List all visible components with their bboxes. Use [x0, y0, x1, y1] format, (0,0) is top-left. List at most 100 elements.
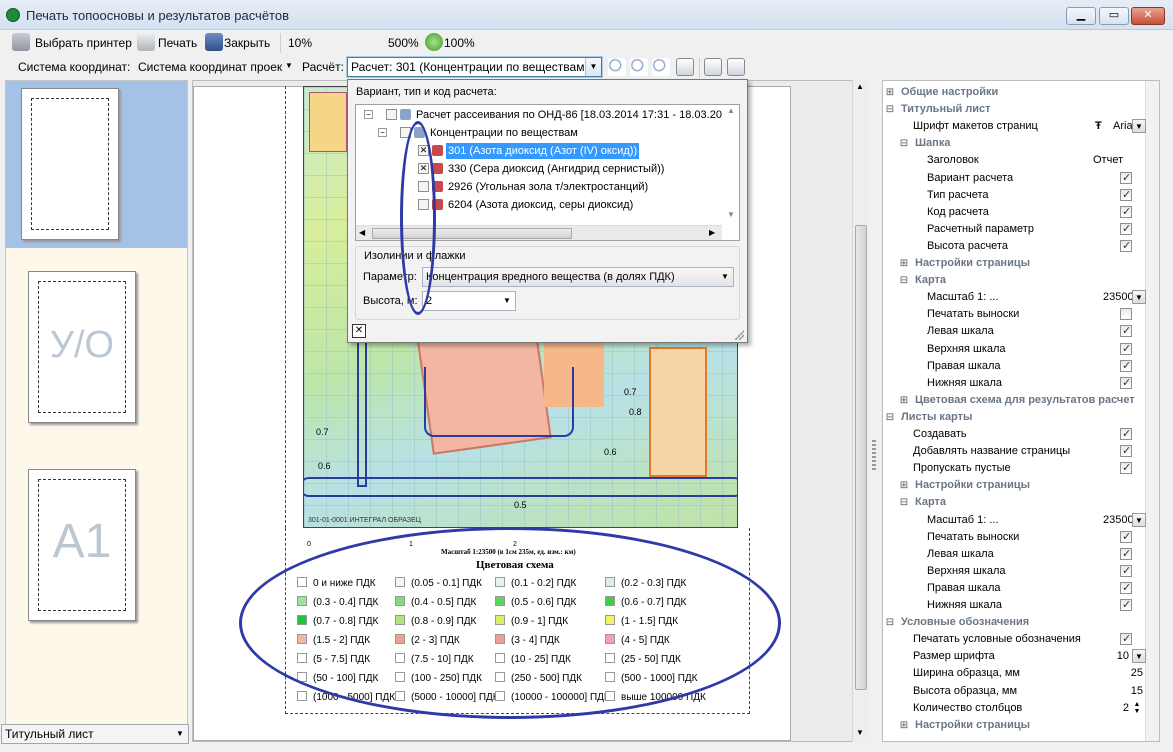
calc-chevron-down-icon[interactable]: ▼	[585, 58, 601, 76]
height-chevron-down-icon[interactable]: ▼	[499, 292, 515, 310]
close-toolbar-button[interactable]: Закрыть	[224, 34, 270, 52]
expand-toggle-icon[interactable]: ⊞	[899, 255, 909, 272]
scroll-up-icon[interactable]: ▲	[856, 82, 864, 91]
prop-value[interactable]: 25	[1091, 665, 1143, 682]
zoom-page-icon[interactable]	[676, 58, 694, 76]
select-printer-button[interactable]: Выбрать принтер	[35, 34, 132, 52]
tree-node-label[interactable]: 6204 (Азота диоксид, серы диоксид)	[446, 197, 635, 213]
tree-node-label[interactable]: 301 (Азота диоксид (Азот (IV) оксид))	[446, 143, 640, 159]
coord-chevron-down-icon[interactable]: ▼	[285, 61, 293, 70]
prop-category[interactable]: ⊞ Настройки страницы	[883, 717, 1145, 734]
tree-node-label[interactable]: 2926 (Угольная зола т/электростанций)	[446, 179, 650, 195]
prop-checkbox[interactable]	[1120, 529, 1132, 546]
prop-category[interactable]: ⊟ Карта	[883, 494, 1145, 511]
prop-checkbox[interactable]	[1120, 580, 1132, 597]
print-button[interactable]: Печать	[158, 34, 197, 52]
popup-close-button[interactable]: ✕	[352, 324, 366, 338]
param-chevron-down-icon[interactable]: ▼	[717, 268, 733, 286]
expand-toggle-icon[interactable]: ⊞	[899, 477, 909, 494]
zoom-out-icon[interactable]	[608, 58, 626, 76]
page-type-chevron-down-icon[interactable]: ▼	[172, 725, 188, 743]
prop-checkbox[interactable]	[1120, 221, 1132, 238]
expand-toggle-icon[interactable]: ⊟	[899, 494, 909, 511]
coord-combo[interactable]: Система координат проек	[138, 58, 282, 76]
resize-grip-icon[interactable]	[734, 330, 744, 340]
props-vertical-scrollbar[interactable]	[1145, 81, 1159, 741]
tree-vscroll-down-icon[interactable]: ▼	[727, 210, 735, 219]
preview-vertical-scrollbar[interactable]: ▲ ▼	[852, 80, 868, 742]
calc-combo[interactable]: Расчет: 301 (Концентрации по веществам) …	[347, 57, 602, 77]
tree-node-label[interactable]: 330 (Сера диоксид (Ангидрид сернистый))	[446, 161, 666, 177]
prop-value[interactable]: 23500	[1103, 289, 1134, 306]
prop-checkbox[interactable]	[1120, 238, 1132, 255]
tree-node-label[interactable]: Концентрации по веществам	[428, 125, 580, 141]
prop-value[interactable]: 10	[1103, 648, 1129, 665]
prop-category[interactable]: ⊞ Настройки страницы	[883, 255, 1145, 272]
splitter-grip-icon[interactable]	[872, 440, 876, 470]
prop-checkbox[interactable]	[1120, 546, 1132, 563]
prop-category[interactable]: ⊞ Цветовая схема для результатов расчет	[883, 392, 1145, 409]
zoom-in-icon[interactable]	[630, 58, 648, 76]
tree-checkbox[interactable]	[386, 109, 397, 120]
prop-checkbox[interactable]	[1120, 358, 1132, 375]
page-thumbnail-1[interactable]	[21, 88, 119, 240]
maximize-button[interactable]: ▭	[1099, 7, 1129, 25]
prop-value[interactable]: Отчет	[1093, 152, 1123, 169]
height-combo[interactable]: 2 ▼	[422, 291, 516, 311]
expand-toggle-icon[interactable]: ⊟	[885, 409, 895, 426]
expand-toggle-icon[interactable]: ⊟	[899, 272, 909, 289]
prop-checkbox[interactable]	[1120, 341, 1132, 358]
scroll-down-icon[interactable]: ▼	[856, 728, 864, 737]
prop-checkbox[interactable]	[1120, 308, 1132, 321]
prop-checkbox[interactable]	[1120, 460, 1132, 477]
expand-toggle-icon[interactable]: ⊟	[885, 614, 895, 631]
page-thumbnail-3[interactable]: A1	[28, 469, 136, 621]
zoom-reset-icon[interactable]	[425, 33, 443, 51]
prop-chevron-down-icon[interactable]: ▼	[1132, 649, 1146, 664]
prop-checkbox[interactable]	[1120, 597, 1132, 614]
prop-value[interactable]: 15	[1091, 683, 1143, 700]
prop-checkbox[interactable]	[1120, 375, 1132, 392]
prop-category[interactable]: ⊟ Листы карты	[883, 409, 1145, 426]
prop-checkbox[interactable]	[1120, 443, 1132, 460]
spinner-icon[interactable]: ▲ ▼	[1132, 701, 1142, 715]
prop-category[interactable]: ⊟ Условные обозначения	[883, 614, 1145, 631]
expand-toggle-icon[interactable]: ⊟	[885, 101, 895, 118]
expand-toggle-icon[interactable]: ⊞	[899, 717, 909, 734]
prop-category[interactable]: ⊟ Карта	[883, 272, 1145, 289]
tree-vscroll-up-icon[interactable]: ▲	[727, 106, 735, 115]
prop-checkbox[interactable]	[1120, 204, 1132, 221]
prop-category[interactable]: ⊞ Настройки страницы	[883, 477, 1145, 494]
page-type-combo[interactable]: Титульный лист ▼	[1, 724, 189, 744]
prop-checkbox[interactable]	[1120, 323, 1132, 340]
expand-toggle-icon[interactable]: ⊞	[885, 84, 895, 101]
scroll-right-icon[interactable]: ▶	[709, 228, 715, 237]
prop-category[interactable]: ⊟ Титульный лист	[883, 101, 1145, 118]
prop-chevron-down-icon[interactable]: ▼	[1132, 290, 1146, 305]
prop-checkbox[interactable]	[1120, 170, 1132, 187]
prop-category[interactable]: ⊞ Общие настройки	[883, 84, 1145, 101]
prop-checkbox[interactable]	[1120, 426, 1132, 443]
prop-value[interactable]: 23500	[1103, 512, 1134, 529]
scroll-thumb[interactable]	[855, 225, 867, 690]
prop-chevron-down-icon[interactable]: ▼	[1132, 512, 1146, 527]
prop-checkbox[interactable]	[1120, 631, 1132, 648]
add-page-icon[interactable]	[704, 58, 722, 76]
page-settings-icon[interactable]	[727, 58, 745, 76]
tree-expander-icon[interactable]: −	[378, 128, 387, 137]
prop-value[interactable]: 2	[1091, 700, 1129, 717]
expand-toggle-icon[interactable]: ⊞	[899, 392, 909, 409]
expand-toggle-icon[interactable]: ⊟	[899, 135, 909, 152]
zoom-fit-icon[interactable]	[652, 58, 670, 76]
tree-node-label[interactable]: Расчет рассеивания по ОНД-86 [18.03.2014…	[414, 107, 724, 123]
close-button[interactable]: ✕	[1131, 7, 1165, 25]
minimize-button[interactable]: ▁	[1066, 7, 1096, 25]
prop-category[interactable]: ⊟ Шапка	[883, 135, 1145, 152]
page-thumbnail-2[interactable]: У/О	[28, 271, 136, 423]
prop-checkbox[interactable]	[1120, 187, 1132, 204]
param-combo[interactable]: Концентрация вредного вещества (в долях …	[422, 267, 734, 287]
prop-checkbox[interactable]	[1120, 563, 1132, 580]
scroll-left-icon[interactable]: ◀	[359, 228, 365, 237]
tree-expander-icon[interactable]: −	[364, 110, 373, 119]
prop-chevron-down-icon[interactable]: ▼	[1132, 119, 1146, 134]
